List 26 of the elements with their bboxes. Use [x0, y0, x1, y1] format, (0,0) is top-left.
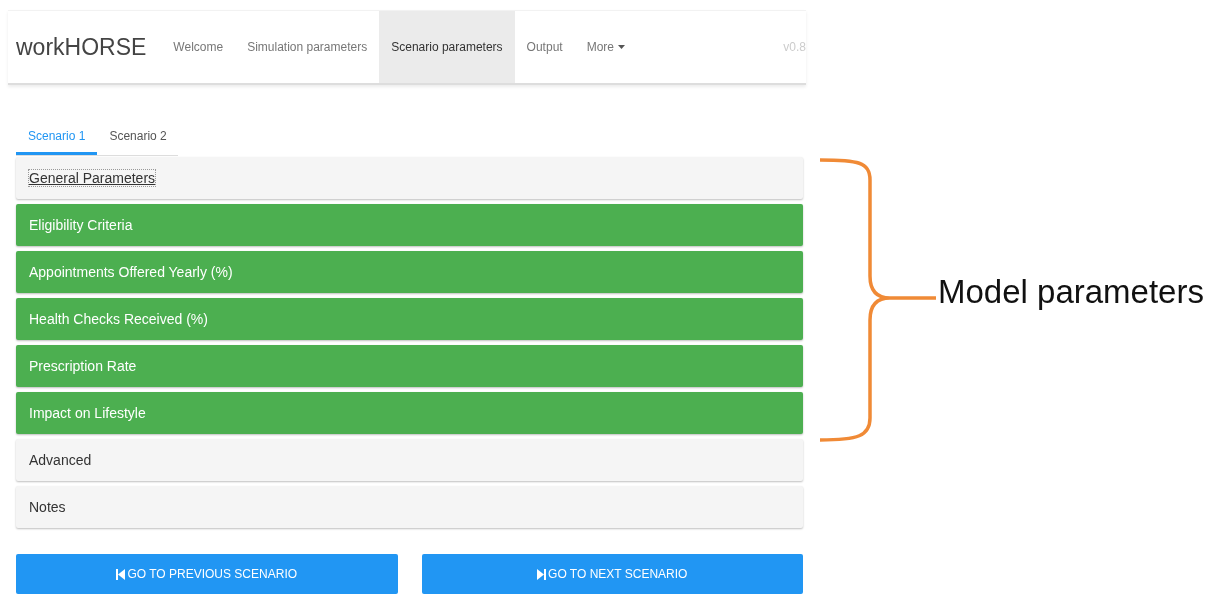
collapsible-panel[interactable]: Eligibility Criteria — [16, 204, 803, 246]
collapsible-panel[interactable]: Prescription Rate — [16, 345, 803, 387]
panel-title: General Parameters — [29, 170, 156, 186]
panel-title: Advanced — [29, 452, 92, 468]
collapsible-panel[interactable]: Health Checks Received (%) — [16, 298, 803, 340]
panel-title: Health Checks Received (%) — [29, 311, 208, 327]
navigation-button[interactable]: GO TO NEXT SCENARIO — [421, 554, 803, 594]
nav-link[interactable]: More — [574, 11, 637, 83]
app-brand[interactable]: workHORSE — [8, 11, 162, 83]
nav-link[interactable]: Output — [514, 11, 575, 83]
collapsible-panel[interactable]: Appointments Offered Yearly (%) — [16, 251, 803, 293]
panel-title: Impact on Lifestyle — [29, 405, 146, 421]
nav-link[interactable]: Scenario parameters — [379, 11, 515, 83]
collapsible-panel[interactable]: Impact on Lifestyle — [16, 392, 803, 434]
annotation-label: Model parameters — [938, 273, 1204, 311]
panel-title: Notes — [29, 499, 66, 515]
collapsible-panel[interactable]: Notes — [16, 486, 803, 528]
nav-link[interactable]: Simulation parameters — [235, 11, 380, 83]
collapsible-panel[interactable]: General Parameters — [16, 157, 803, 199]
panel-title: Prescription Rate — [29, 358, 137, 374]
scenario-tab[interactable]: Scenario 2 — [97, 119, 179, 155]
collapsible-panel[interactable]: Advanced — [16, 439, 803, 481]
panel-title: Eligibility Criteria — [29, 217, 133, 233]
panel-title: Appointments Offered Yearly (%) — [29, 264, 233, 280]
navigation-button[interactable]: GO TO PREVIOUS SCENARIO — [16, 554, 398, 594]
nav-link[interactable]: Welcome — [161, 11, 236, 83]
